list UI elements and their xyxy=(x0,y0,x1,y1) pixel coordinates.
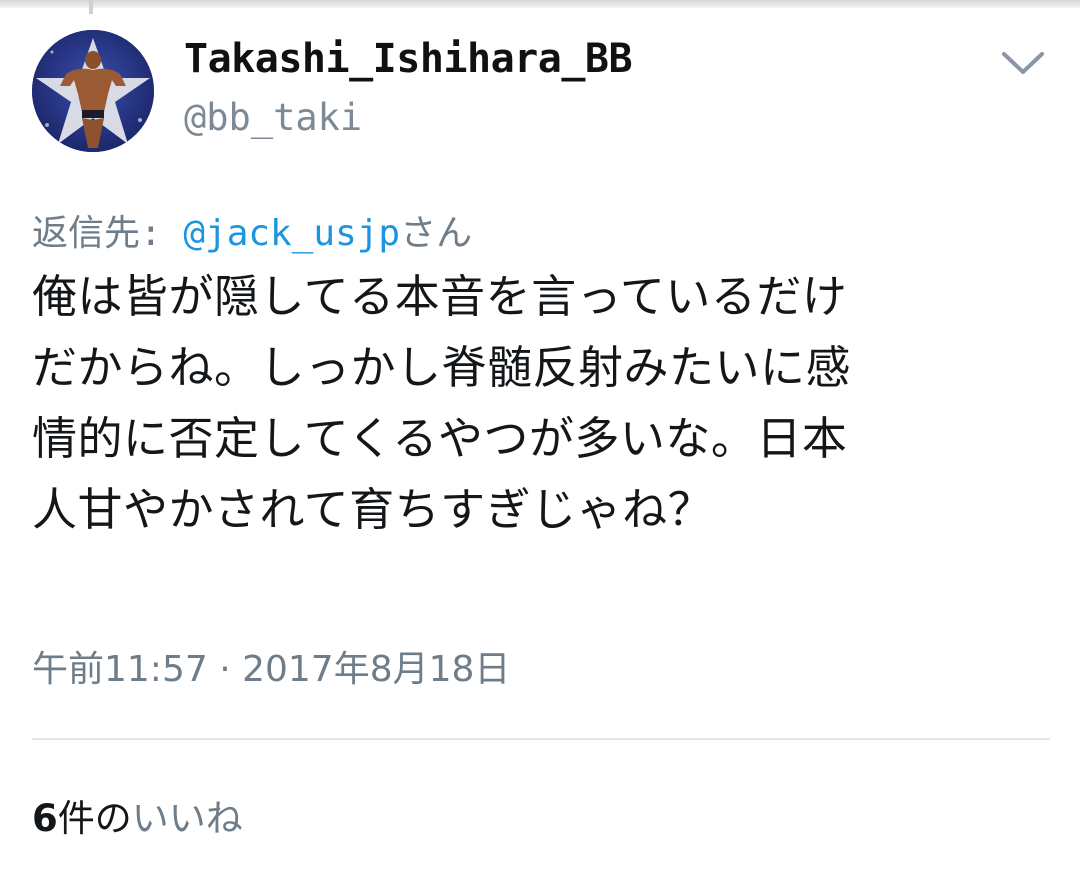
chevron-down-icon[interactable] xyxy=(992,42,1054,84)
likes-count-link[interactable]: 6件のいいね xyxy=(32,788,243,842)
tweet-timestamp[interactable]: 午前11:57 · 2017年8月18日 xyxy=(32,640,510,692)
divider xyxy=(32,738,1050,740)
reply-mention-link[interactable]: @jack_usjp xyxy=(183,213,400,254)
author-handle[interactable]: @bb_taki xyxy=(184,96,362,139)
reply-prefix: 返信先: xyxy=(32,213,184,254)
tweet-text-line: 情的に否定してくるやつが多いな。日本 xyxy=(32,412,848,465)
tweet-text-line: 俺は皆が隠してる本音を言っているだけ xyxy=(32,270,848,323)
reply-context: 返信先: @jack_usjpさん xyxy=(32,204,472,256)
likes-label: いいね xyxy=(131,797,243,840)
tweet-text-line: 人甘やかされて育ちすぎじゃね？ xyxy=(32,483,714,536)
top-divider xyxy=(0,0,1080,8)
tweet-text-line: だからね。しっかし脊髄反射みたいに感 xyxy=(32,341,852,394)
author-display-name[interactable]: Takashi_Ishihara_BB xyxy=(184,36,633,82)
likes-unit: 件の xyxy=(57,797,132,840)
tweet-detail-screen: Takashi_Ishihara_BB @bb_taki 返信先: @jack_… xyxy=(0,0,1080,884)
avatar-image xyxy=(32,30,154,152)
tweet-text: 俺は皆が隠してる本音を言っているだけ だからね。しっかし脊髄反射みたいに感 情的… xyxy=(32,261,1052,545)
reply-suffix: さん xyxy=(400,213,473,254)
avatar[interactable] xyxy=(32,30,154,152)
likes-count: 6 xyxy=(32,797,58,840)
thread-connector xyxy=(89,0,93,14)
